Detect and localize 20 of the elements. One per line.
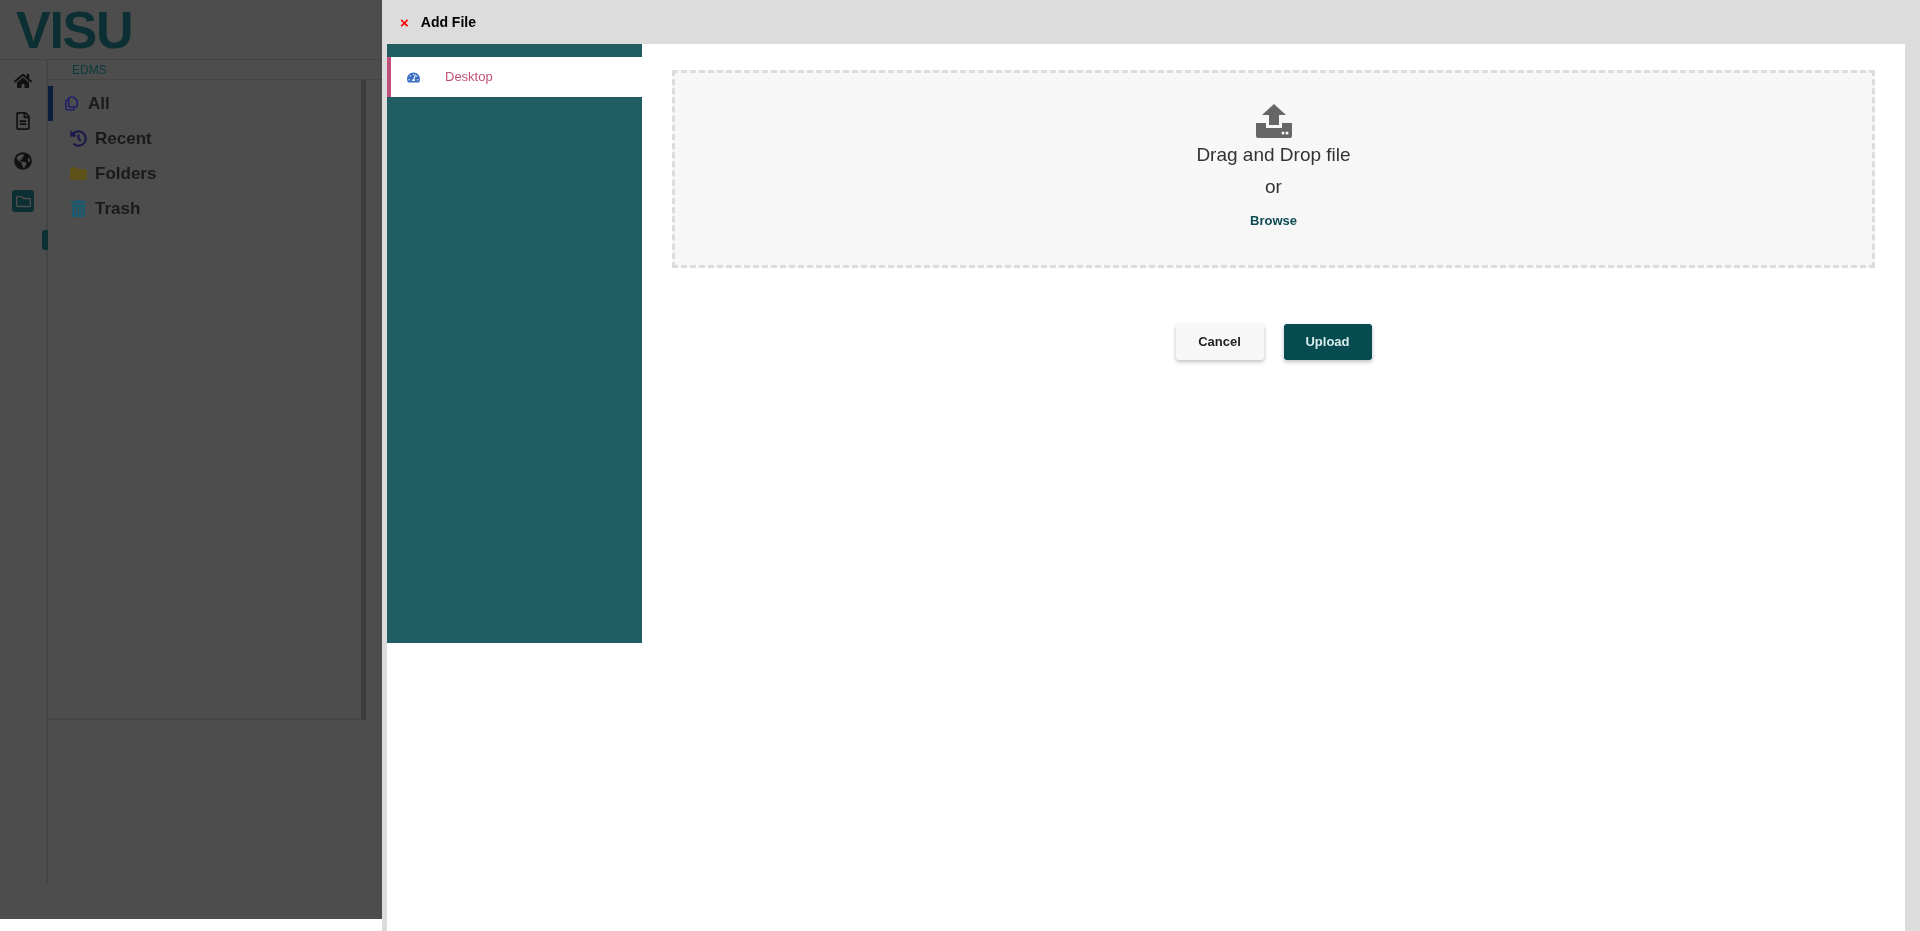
trash-icon xyxy=(70,200,87,217)
folder-icon xyxy=(70,165,87,182)
browse-link[interactable]: Browse xyxy=(1250,211,1297,231)
gauge-icon xyxy=(407,70,420,84)
or-text: or xyxy=(1265,174,1282,199)
section-title: EDMS xyxy=(72,61,107,79)
documents-icon xyxy=(63,95,80,112)
close-button[interactable]: × xyxy=(400,14,409,30)
cancel-button[interactable]: Cancel xyxy=(1175,324,1264,360)
upload-icon xyxy=(1254,103,1293,139)
dialog-title: Add File xyxy=(420,12,476,32)
drop-zone[interactable]: Drag and Drop file or Browse xyxy=(672,70,1875,268)
folder-tab[interactable] xyxy=(12,190,34,212)
upload-button[interactable]: Upload xyxy=(1283,324,1372,360)
source-tab[interactable]: Desktop xyxy=(387,57,642,97)
drop-title: Drag and Drop file xyxy=(1196,143,1351,167)
logo: VISU xyxy=(16,3,133,56)
history-icon xyxy=(70,130,87,147)
panel-toggle[interactable] xyxy=(42,230,48,250)
globe-tab[interactable] xyxy=(12,150,34,172)
